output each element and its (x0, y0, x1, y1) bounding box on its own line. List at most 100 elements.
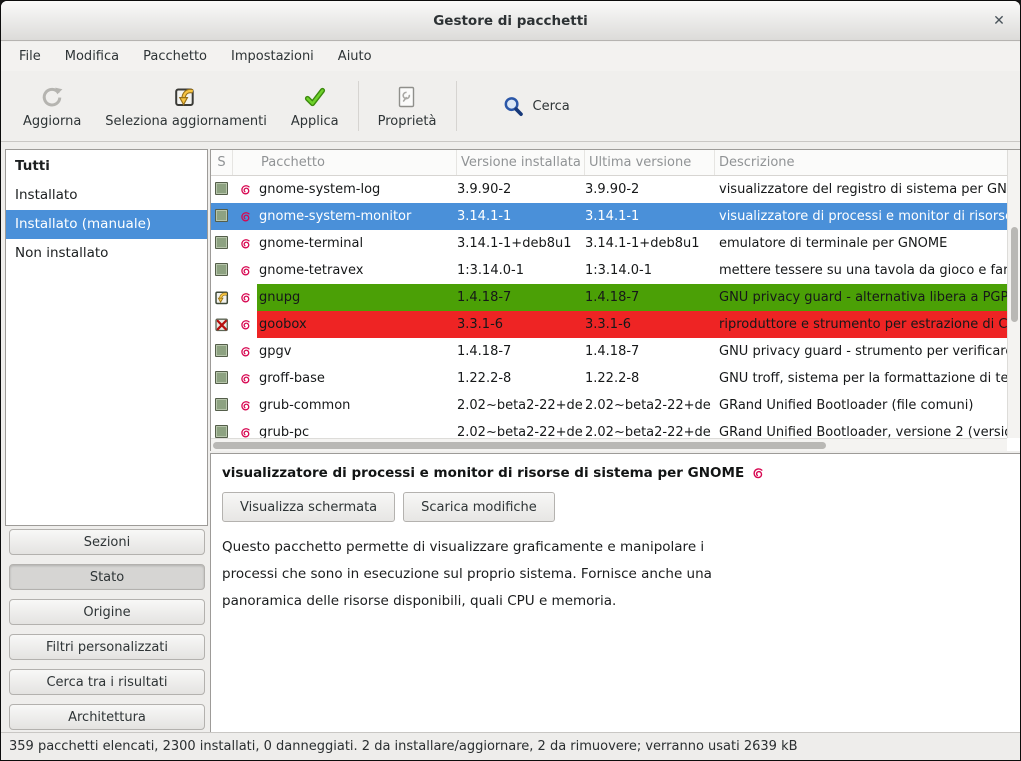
column-header-package[interactable]: Pacchetto (257, 150, 457, 175)
package-description: GRand Unified Bootloader, versione 2 (ve… (715, 419, 1007, 439)
status-installed-icon (215, 344, 230, 359)
package-row[interactable]: groff-base 1.22.2-8 1.22.2-8 GNU troff, … (211, 365, 1007, 392)
package-row[interactable]: gpgv 1.4.18-7 1.4.18-7 GNU privacy guard… (211, 338, 1007, 365)
package-name: goobox (257, 311, 457, 338)
apply-button[interactable]: Applica (279, 76, 351, 136)
installed-version: 1.4.18-7 (457, 338, 585, 365)
status-cell (211, 419, 233, 439)
package-description: GRand Unified Bootloader (file comuni) (715, 392, 1007, 419)
toolbar-separator (358, 81, 359, 131)
properties-icon (395, 83, 419, 111)
vertical-scrollbar-thumb[interactable] (1011, 227, 1018, 322)
apply-label: Applica (291, 114, 339, 129)
package-table: S Pacchetto Versione installata Ultima v… (210, 149, 1020, 451)
titlebar[interactable]: Gestore di pacchetti ✕ (1, 1, 1020, 41)
status-remove-icon (215, 317, 230, 332)
sidebar-category-button[interactable]: Stato (9, 564, 205, 590)
package-row[interactable]: gnome-system-monitor 3.14.1-1 3.14.1-1 v… (211, 203, 1007, 230)
status-cell (211, 338, 233, 365)
search-icon (502, 92, 525, 120)
column-header-description[interactable]: Descrizione (715, 150, 1007, 175)
latest-version: 3.14.1-1 (585, 203, 715, 230)
installed-version: 1.22.2-8 (457, 365, 585, 392)
filter-item[interactable]: Non installato (6, 239, 207, 268)
status-installed-icon (215, 236, 230, 251)
package-name: gnome-terminal (257, 230, 457, 257)
download-changelog-button[interactable]: Scarica modifiche (403, 492, 555, 522)
package-description: emulatore di terminale per GNOME (715, 230, 1007, 257)
status-cell (211, 176, 233, 203)
vertical-scrollbar[interactable] (1007, 150, 1020, 438)
latest-version: 1.22.2-8 (585, 365, 715, 392)
status-cell (211, 311, 233, 338)
status-cell (211, 203, 233, 230)
installed-version: 3.14.1-1+deb8u1 (457, 230, 585, 257)
horizontal-scrollbar[interactable] (211, 438, 1007, 451)
package-description: GNU privacy guard - alternativa libera a… (715, 284, 1007, 311)
package-name: groff-base (257, 365, 457, 392)
sidebar-category-button[interactable]: Sezioni (9, 529, 205, 555)
latest-version: 3.9.90-2 (585, 176, 715, 203)
menu-impostazioni[interactable]: Impostazioni (219, 42, 326, 71)
debian-swirl-icon (233, 311, 257, 338)
sidebar-category-button[interactable]: Cerca tra i risultati (9, 669, 205, 695)
debian-swirl-icon (233, 419, 257, 439)
apply-check-icon (303, 83, 327, 111)
status-text: 359 pacchetti elencati, 2300 installati,… (1, 739, 798, 754)
status-installed-icon (215, 263, 230, 278)
installed-version: 2.02~beta2-22+de (457, 392, 585, 419)
refresh-icon (40, 83, 64, 111)
package-row[interactable]: gnome-system-log 3.9.90-2 3.9.90-2 visua… (211, 176, 1007, 203)
window-title: Gestore di pacchetti (1, 1, 1020, 41)
package-description: riproduttore e strumento per estrazione … (715, 311, 1007, 338)
filter-item[interactable]: Installato (6, 181, 207, 210)
menu-file[interactable]: File (7, 42, 53, 71)
details-title: visualizzatore di processi e monitor di … (222, 465, 744, 481)
properties-button[interactable]: Proprietà (366, 76, 449, 136)
installed-version: 3.9.90-2 (457, 176, 585, 203)
filter-item[interactable]: Tutti (6, 152, 207, 181)
sidebar-category-button[interactable]: Origine (9, 599, 205, 625)
status-installed-icon (215, 182, 230, 197)
mark-upgrades-button[interactable]: Seleziona aggiornamenti (93, 76, 279, 136)
package-row[interactable]: grub-pc 2.02~beta2-22+de 2.02~beta2-22+d… (211, 419, 1007, 439)
status-cell (211, 392, 233, 419)
debian-swirl-icon (233, 338, 257, 365)
column-header-installed-version[interactable]: Versione installata (457, 150, 585, 175)
menu-modifica[interactable]: Modifica (53, 42, 131, 71)
package-description: mettere tessere su una tavola da gioco e… (715, 257, 1007, 284)
mark-upgrades-label: Seleziona aggiornamenti (105, 114, 267, 129)
package-row[interactable]: grub-common 2.02~beta2-22+de 2.02~beta2-… (211, 392, 1007, 419)
debian-swirl-icon (233, 203, 257, 230)
status-installed-icon (215, 209, 230, 224)
package-row[interactable]: gnupg 1.4.18-7 1.4.18-7 GNU privacy guar… (211, 284, 1007, 311)
sidebar-category-button[interactable]: Filtri personalizzati (9, 634, 205, 660)
status-cell (211, 284, 233, 311)
column-header-status[interactable]: S (211, 150, 233, 175)
package-name: gpgv (257, 338, 457, 365)
menu-pacchetto[interactable]: Pacchetto (131, 42, 219, 71)
debian-swirl-icon (233, 257, 257, 284)
menubar: FileModificaPacchettoImpostazioniAiuto (1, 42, 1020, 71)
view-screenshot-button[interactable]: Visualizza schermata (222, 492, 395, 522)
package-row[interactable]: goobox 3.3.1-6 3.3.1-6 riproduttore e st… (211, 311, 1007, 338)
table-rows: gnome-system-log 3.9.90-2 3.9.90-2 visua… (211, 176, 1007, 439)
sidebar-category-button[interactable]: Architettura (9, 704, 205, 730)
mark-upgrades-icon (174, 83, 198, 111)
package-row[interactable]: gnome-tetravex 1:3.14.0-1 1:3.14.0-1 met… (211, 257, 1007, 284)
column-header-origin[interactable] (233, 150, 257, 175)
status-installed-icon (215, 425, 230, 439)
horizontal-scrollbar-thumb[interactable] (213, 442, 826, 449)
column-header-latest-version[interactable]: Ultima versione (585, 150, 715, 175)
latest-version: 1.4.18-7 (585, 284, 715, 311)
refresh-label: Aggiorna (23, 114, 81, 129)
package-name: gnome-system-log (257, 176, 457, 203)
close-icon[interactable]: ✕ (988, 10, 1010, 32)
menu-aiuto[interactable]: Aiuto (326, 42, 384, 71)
refresh-button[interactable]: Aggiorna (11, 76, 93, 136)
package-row[interactable]: gnome-terminal 3.14.1-1+deb8u1 3.14.1-1+… (211, 230, 1007, 257)
package-name: grub-common (257, 392, 457, 419)
package-details-panel: visualizzatore di processi e monitor di … (210, 453, 1020, 732)
filter-item[interactable]: Installato (manuale) (6, 210, 207, 239)
search-button[interactable]: Cerca (490, 76, 582, 136)
